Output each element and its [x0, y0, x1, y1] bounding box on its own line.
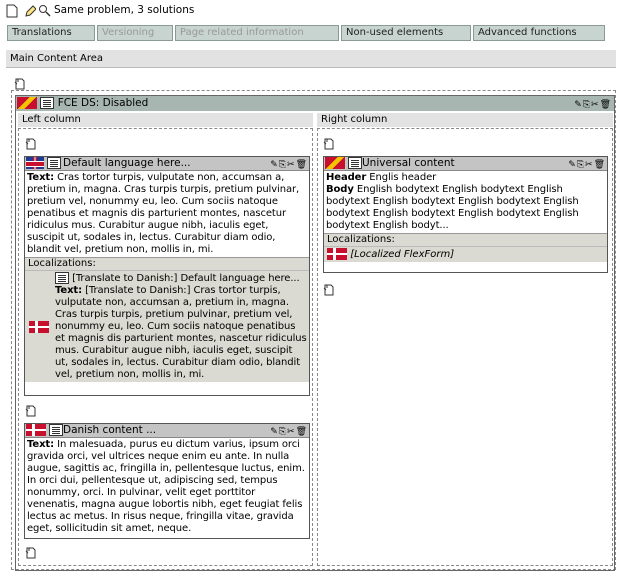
- body-label: Body: [326, 184, 354, 195]
- search-icon[interactable]: [38, 4, 52, 21]
- danish-content-header: Danish content ... ✎⎘✂🗑: [25, 424, 309, 438]
- element-actions: ✎⎘✂🗑: [269, 425, 307, 439]
- text-label: Text:: [27, 172, 55, 183]
- document-icon: [40, 97, 55, 109]
- danish-content-title: Danish content ...: [63, 424, 157, 436]
- header-label: Header: [326, 172, 367, 183]
- localization-item: [Localized FlexForm]: [324, 247, 607, 262]
- uk-flag-icon: [26, 157, 44, 169]
- multilang-flag-icon: [17, 97, 37, 109]
- tab-bar: Translations Versioning Page related inf…: [7, 25, 615, 41]
- edit-icon[interactable]: [24, 4, 37, 21]
- danish-content-body: Text: In malesuada, purus eu dictum vari…: [25, 438, 309, 536]
- cut-icon[interactable]: ✂: [585, 159, 593, 172]
- new-record-icon[interactable]: [25, 405, 37, 420]
- top-bar: Same problem, 3 solutions: [0, 0, 622, 22]
- universal-content-title: Universal content: [362, 157, 455, 169]
- edit-icon[interactable]: ✎: [574, 98, 582, 112]
- header-text: Englis header: [369, 172, 437, 183]
- localizations-label: Localizations:: [25, 258, 309, 271]
- edit-icon[interactable]: ✎: [270, 426, 278, 439]
- copy-icon[interactable]: ⎘: [279, 426, 286, 439]
- document-icon: [348, 157, 363, 169]
- danish-flag-icon: [29, 320, 49, 333]
- cut-icon[interactable]: ✂: [287, 159, 295, 172]
- tab-non-used-elements[interactable]: Non-used elements: [341, 25, 471, 41]
- edit-icon[interactable]: ✎: [568, 159, 576, 172]
- tab-page-related-information[interactable]: Page related information: [175, 25, 339, 41]
- danish-content-text: In malesuada, purus eu dictum varius, ip…: [27, 439, 305, 534]
- edit-icon[interactable]: ✎: [270, 159, 278, 172]
- copy-icon[interactable]: ⎘: [577, 159, 584, 172]
- document-icon: [49, 424, 64, 436]
- cut-icon[interactable]: ✂: [287, 426, 295, 439]
- cut-icon[interactable]: ✂: [591, 98, 599, 112]
- copy-icon[interactable]: ⎘: [279, 159, 286, 172]
- delete-icon[interactable]: 🗑: [594, 159, 605, 172]
- universal-content-element: Universal content ✎⎘✂🗑 Header Englis hea…: [323, 156, 608, 273]
- default-language-content-element: Default language here... ✎⎘✂🗑 Text: Cras…: [24, 156, 310, 396]
- delete-icon[interactable]: 🗑: [600, 98, 611, 112]
- document-icon: [47, 157, 62, 169]
- new-record-icon[interactable]: [323, 284, 335, 299]
- text-label: Text:: [27, 439, 55, 450]
- localizations-section: Localizations: [Translate to Danish:] De…: [25, 257, 309, 382]
- universal-content-header: Universal content ✎⎘✂🗑: [324, 157, 607, 171]
- delete-icon[interactable]: 🗑: [296, 159, 307, 172]
- body-text: English bodytext English bodytext Englis…: [326, 184, 579, 231]
- tab-translations[interactable]: Translations: [7, 25, 95, 41]
- fce-container: FCE DS: Disabled ✎⎘✂🗑 Left column Right …: [15, 95, 615, 571]
- fce-header: FCE DS: Disabled ✎⎘✂🗑: [16, 96, 614, 111]
- element-actions: ✎⎘✂🗑: [567, 158, 605, 172]
- localized-flexform-label[interactable]: [Localized FlexForm]: [350, 249, 454, 260]
- localizations-section: Localizations: [Localized FlexForm]: [324, 233, 607, 262]
- fce-header-label: FCE DS: Disabled: [57, 97, 149, 109]
- page-icon[interactable]: [6, 4, 18, 21]
- delete-icon[interactable]: 🗑: [296, 426, 307, 439]
- localizations-label: Localizations:: [324, 234, 607, 247]
- default-language-header: Default language here... ✎⎘✂🗑: [25, 157, 309, 171]
- text-label: Text:: [55, 285, 83, 296]
- fce-actions: ✎⎘✂🗑: [573, 97, 611, 112]
- universal-content-body: Header Englis header Body English bodyte…: [324, 171, 607, 233]
- localization-text: [Translate to Danish:] Cras tortor turpi…: [55, 285, 307, 380]
- right-column-header: Right column: [317, 113, 613, 127]
- new-record-icon[interactable]: [323, 138, 335, 153]
- danish-flag-icon: [327, 248, 347, 260]
- multilang-flag-icon: [325, 157, 345, 169]
- main-content-area-label: Main Content Area: [6, 50, 616, 68]
- copy-icon[interactable]: ⎘: [583, 98, 590, 112]
- danish-content-element: Danish content ... ✎⎘✂🗑 Text: In malesua…: [24, 423, 310, 539]
- danish-flag-icon: [26, 424, 46, 436]
- new-record-icon[interactable]: [25, 547, 37, 562]
- localization-item: [Translate to Danish:] Default language …: [25, 271, 309, 382]
- default-language-body: Text: Cras tortor turpis, vulputate non,…: [25, 171, 309, 257]
- tab-advanced-functions[interactable]: Advanced functions: [473, 25, 605, 41]
- default-language-title: Default language here...: [63, 157, 191, 169]
- localization-title: [Translate to Danish:] Default language …: [72, 273, 300, 284]
- new-record-icon[interactable]: [25, 138, 37, 153]
- page-title: Same problem, 3 solutions: [54, 4, 195, 16]
- element-actions: ✎⎘✂🗑: [269, 158, 307, 172]
- left-column-header: Left column: [18, 113, 313, 127]
- tab-versioning[interactable]: Versioning: [97, 25, 173, 41]
- document-icon: [55, 272, 69, 284]
- default-language-text: Cras tortor turpis, vulputate non, accum…: [27, 172, 300, 255]
